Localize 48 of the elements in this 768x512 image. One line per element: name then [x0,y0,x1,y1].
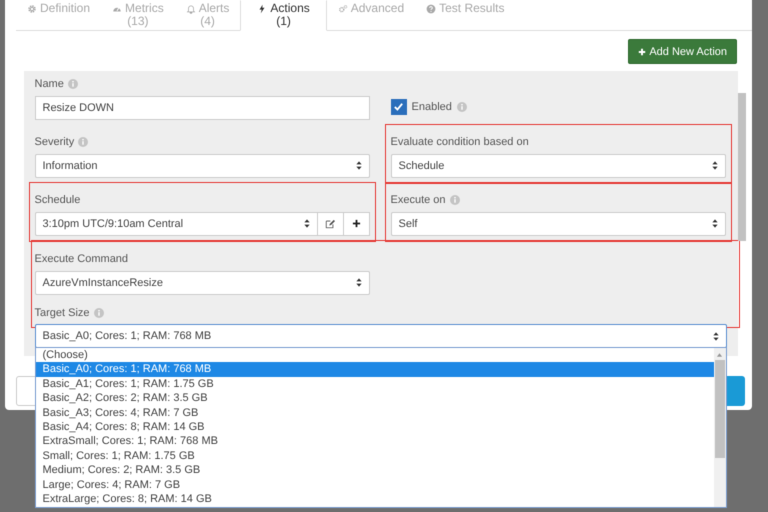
gears-icon [338,4,348,14]
dropdown-option[interactable]: Basic_A1; Cores: 1; RAM: 1.75 GB [36,376,714,392]
gear-icon [27,4,37,14]
scrollbar[interactable] [714,348,726,507]
dropdown-option[interactable]: ExtraSmall; Cores: 1; RAM: 768 MB [36,434,714,449]
field-label: Execute Command [34,253,128,265]
select-field[interactable]: Basic_A0; Cores: 1; RAM: 768 MB [34,324,726,348]
checkmark-icon [393,101,404,112]
dropdown-option[interactable]: Basic_A2; Cores: 2; RAM: 3.5 GB [36,391,714,406]
caret-icon [356,161,362,170]
dropdown-option[interactable]: Basic_A4; Cores: 8; RAM: 14 GB [36,420,714,434]
field-label: Evaluate condition based on [390,136,529,148]
caret-icon [712,332,718,340]
bell-icon [186,4,196,14]
dropdown-option[interactable]: Medium; Cores: 2; RAM: 3.5 GB [36,463,714,478]
dropdown-option[interactable]: Basic_A0; Cores: 1; RAM: 768 MB [36,362,714,377]
caret-icon [356,278,362,287]
text-input[interactable]: Resize DOWN [34,96,370,120]
edit-icon [325,218,335,228]
field-label: Execute on [390,194,446,206]
edit-button[interactable] [318,212,344,236]
dropdown-option[interactable]: Basic_A3; Cores: 4; RAM: 7 GB [36,406,714,420]
tab[interactable]: Actions (1) [240,0,327,31]
caret-icon [712,161,718,170]
field-label: Target Size [34,306,90,318]
dropdown-option[interactable]: Small; Cores: 1; RAM: 1.75 GB [36,448,714,464]
select-field[interactable]: AzureVmInstanceResize [34,270,370,294]
field-label: Severity [34,136,74,148]
add-button[interactable] [344,212,370,236]
select-field[interactable]: 3:10pm UTC/9:10am Central [34,212,318,236]
plus-icon [638,48,646,56]
add-new-action-button[interactable]: Add New Action [628,39,737,64]
checkbox[interactable] [390,98,406,114]
caret-icon [304,219,310,228]
dropdown-option[interactable]: ExtraLarge; Cores: 8; RAM: 14 GB [36,492,714,506]
field-label: Schedule [34,194,80,206]
dropdown-option[interactable]: (Choose) [36,348,714,362]
dropdown-option[interactable]: Large; Cores: 4; RAM: 7 GB [36,478,714,492]
caret-icon [712,219,718,228]
plus-icon [352,219,360,228]
select-field[interactable]: Self [390,212,726,236]
help-icon [426,4,436,14]
checkbox-label: Enabled [412,100,452,112]
select-field[interactable]: Information [34,154,370,178]
scroll-up-icon [716,352,723,358]
field-label: Name [34,78,64,90]
scrollbar[interactable] [738,93,746,241]
select-field[interactable]: Schedule [390,154,726,178]
